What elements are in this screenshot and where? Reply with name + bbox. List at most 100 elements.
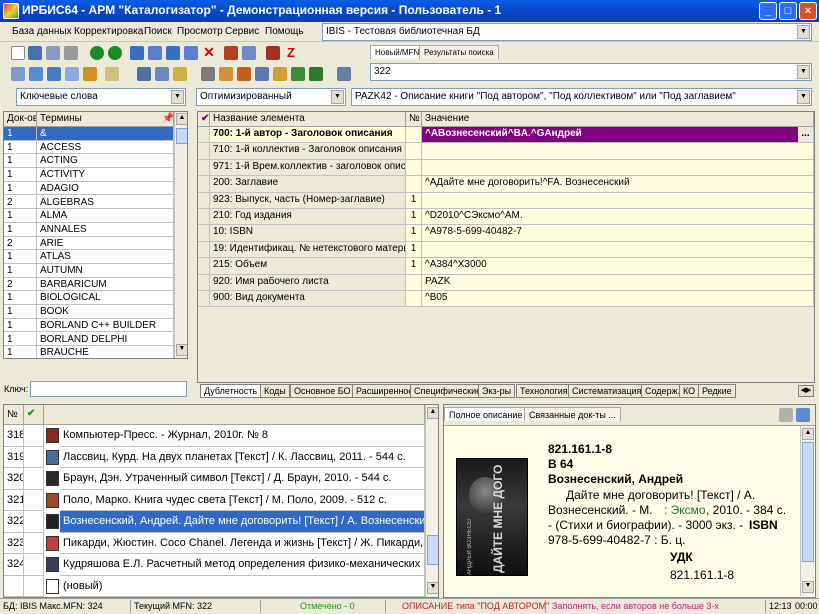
dictionary-header-terms[interactable]: Термины <box>37 112 174 127</box>
menu-database[interactable]: База данных <box>12 26 72 37</box>
results-row[interactable]: 319 Лассвиц, Курд. На двух планетах [Текс… <box>4 446 425 468</box>
dictionary-scrollbar[interactable]: ▲ ▼ <box>174 112 187 358</box>
tab-full-description[interactable]: Полное описание <box>444 407 528 421</box>
scroll-down-icon[interactable]: ▼ <box>176 344 187 356</box>
dictionary-row[interactable]: 1 & <box>4 127 174 141</box>
next-record-icon[interactable] <box>108 46 122 60</box>
page-icon[interactable] <box>201 67 215 81</box>
minimize-button[interactable]: _ <box>759 2 777 20</box>
record-row[interactable]: 971: 1-й Врем.коллектив - заголовок опис… <box>198 159 814 177</box>
record-row[interactable]: 215: Объем 1 ^A384^X3000 <box>198 258 814 275</box>
record-tab-4[interactable]: Расширенное <box>352 384 418 398</box>
dictionary-row[interactable]: 1 ATLAS <box>4 250 174 264</box>
print-icon[interactable] <box>11 67 25 81</box>
unlink-icon[interactable] <box>155 67 169 81</box>
result-check[interactable] <box>24 575 44 597</box>
publisher-link[interactable]: : Эксмо <box>664 503 706 517</box>
dictionary-row[interactable]: 1 ACTING <box>4 154 174 169</box>
import-icon[interactable] <box>242 46 256 60</box>
dictionary-row[interactable]: 1 ACTIVITY <box>4 168 174 182</box>
copy-icon[interactable] <box>64 46 78 60</box>
copy-record-icon[interactable] <box>219 67 233 81</box>
record-row[interactable]: 900: Вид документа ^B05 <box>198 291 814 308</box>
prev-record-icon[interactable] <box>90 46 104 60</box>
results-row[interactable]: 324 Кудряшова Е.Л. Расчетный метод опреде… <box>4 554 425 576</box>
record-field-value[interactable]: ^A384^X3000 <box>422 258 814 275</box>
worksheet-select[interactable]: PAZK42 - Описание книги "Под автором", "… <box>351 88 812 106</box>
dictionary-row[interactable]: 2 ARIE <box>4 236 174 251</box>
scroll-thumb[interactable] <box>176 128 187 144</box>
result-check[interactable] <box>24 511 44 533</box>
result-check[interactable] <box>24 468 44 490</box>
key-input[interactable] <box>30 381 187 397</box>
save-icon[interactable] <box>28 46 42 60</box>
search-mode-select[interactable]: Ключевые слова ▼ <box>16 88 186 106</box>
dictionary-row[interactable]: 1 ALMA <box>4 209 174 223</box>
record-field-value[interactable]: ^D2010^CЭксмо^AM. <box>422 209 814 226</box>
record-tab-6[interactable]: Экз-ры <box>478 384 516 398</box>
folder-icon[interactable] <box>105 67 119 81</box>
settings-icon[interactable] <box>337 67 351 81</box>
result-check[interactable] <box>24 532 44 554</box>
record-field-value[interactable] <box>422 143 814 160</box>
record-row[interactable]: 19: Идентификац. № нетекстового материал… <box>198 241 814 259</box>
print-icon[interactable] <box>779 408 793 422</box>
menu-help[interactable]: Помощь <box>265 26 304 37</box>
tab-scroll-icon[interactable]: ◀▶ <box>798 385 814 397</box>
record-header-name[interactable]: Название элемента <box>210 112 406 127</box>
list-icon[interactable] <box>148 46 162 60</box>
tab-new-mfn[interactable]: Новый/MFN <box>370 45 425 59</box>
dictionary-row[interactable]: 2 ALGEBRAS <box>4 195 174 210</box>
scroll-down-icon[interactable]: ▼ <box>802 581 814 593</box>
dictionary-row[interactable]: 1 BORLAND DELPHI <box>4 332 174 347</box>
mfn-input[interactable]: 322 ▼ <box>370 63 812 81</box>
close-button[interactable]: × <box>799 2 817 20</box>
lock-icon[interactable] <box>173 67 187 81</box>
results-row[interactable]: 323 Пикарди, Жюстин. Coco Chanel. Легенда… <box>4 532 425 554</box>
check-icon[interactable] <box>291 67 305 81</box>
record-field-value[interactable]: ^A978-5-699-40482-7 <box>422 225 814 242</box>
z-icon[interactable]: Z <box>284 46 298 60</box>
tab-search-results[interactable]: Результаты поиска <box>419 45 499 59</box>
dictionary-row[interactable]: 1 AUTUMN <box>4 264 174 278</box>
record-tab-8[interactable]: Систематизация <box>568 384 646 398</box>
pin-icon[interactable]: 📌 <box>159 112 174 127</box>
record-tab-1[interactable]: Дублетность <box>200 384 262 398</box>
delete-icon[interactable]: ✕ <box>202 45 216 60</box>
results-header-num[interactable]: № <box>4 405 24 425</box>
undo-icon[interactable] <box>46 46 60 60</box>
record-field-value[interactable]: ^B05 <box>422 291 814 308</box>
dictionary-header-count[interactable]: Док-ов <box>4 112 37 127</box>
record-field-value[interactable] <box>422 192 814 209</box>
paste-icon[interactable] <box>237 67 251 81</box>
sort-icon[interactable] <box>184 46 198 60</box>
scroll-up-icon[interactable]: ▲ <box>176 113 187 125</box>
database-select[interactable]: IBIS - Тестовая библиотечная БД ▼ <box>322 23 812 41</box>
results-header-text[interactable] <box>44 405 425 425</box>
record-tab-9[interactable]: Содерж. <box>641 384 685 398</box>
record-field-value[interactable]: PAZK <box>422 274 814 291</box>
scroll-thumb[interactable] <box>427 535 438 565</box>
optimization-select[interactable]: Оптимизированный ▼ <box>196 88 346 106</box>
record-tab-2[interactable]: Коды <box>260 384 290 398</box>
dictionary-row[interactable]: 1 BORLAND C++ BUILDER <box>4 318 174 333</box>
record-field-value[interactable]: ^AВознесенский^BА.^GАндрей <box>422 127 814 144</box>
results-row[interactable]: (новый) <box>4 575 425 597</box>
record-tab-5[interactable]: Специфические <box>410 384 486 398</box>
record-row[interactable]: 700: 1-й автор - Заголовок описания ^AВоз… <box>198 127 814 144</box>
key-icon[interactable] <box>83 67 97 81</box>
dictionary-row[interactable]: 1 ADAGIO <box>4 181 174 196</box>
tab-related-docs[interactable]: Связанные док-ты ... <box>524 407 621 421</box>
dictionary-row[interactable]: 1 BRAUCHE <box>4 346 174 358</box>
format-icon[interactable] <box>166 46 180 60</box>
record-tab-3[interactable]: Основное БО <box>290 384 355 398</box>
scroll-down-icon[interactable]: ▼ <box>427 582 438 594</box>
dictionary-row[interactable]: 1 BOOK <box>4 305 174 319</box>
link-icon[interactable] <box>137 67 151 81</box>
record-tab-7[interactable]: Технология <box>516 384 572 398</box>
results-scrollbar[interactable]: ▲ ▼ <box>425 405 438 597</box>
record-tab-11[interactable]: Редкие <box>698 384 736 398</box>
dictionary-row[interactable]: 1 ANNALES <box>4 222 174 237</box>
maximize-button[interactable]: □ <box>779 2 797 20</box>
scroll-up-icon[interactable]: ▲ <box>427 407 438 419</box>
